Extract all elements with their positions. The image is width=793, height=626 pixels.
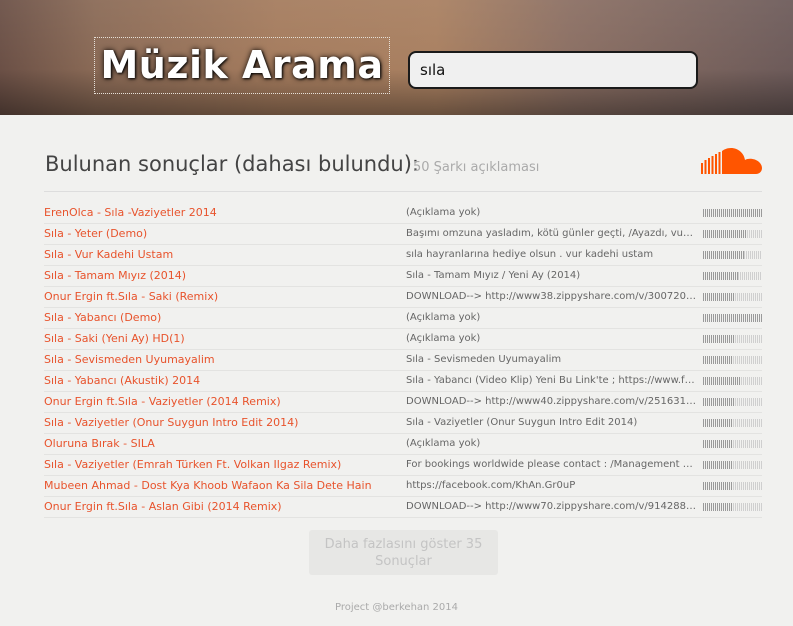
track-row[interactable]: Sıla - Yabancı (Demo) (Açıklama yok) xyxy=(44,308,762,329)
show-more-label-2: Sonuçlar xyxy=(375,553,432,569)
track-description: For bookings worldwide please contact : … xyxy=(406,459,696,470)
track-title-link[interactable]: Sıla - Saki (Yeni Ay) HD(1) xyxy=(44,329,399,349)
track-row[interactable]: Sıla - Yabancı (Akustik) 2014 Sıla - Yaba… xyxy=(44,371,762,392)
track-title-link[interactable]: Sıla - Vur Kadehi Ustam xyxy=(44,245,399,265)
track-description: Sıla - Sevismeden Uyumayalim xyxy=(406,354,562,365)
waveform-unplayed xyxy=(735,335,762,343)
waveform-player[interactable] xyxy=(703,503,762,511)
track-list: ErenOlca - Sıla -Vaziyetler 2014 (Açıklam… xyxy=(44,203,762,518)
waveform-player[interactable] xyxy=(703,440,762,448)
track-title-link[interactable]: Mubeen Ahmad - Dost Kya Khoob Wafaon Ka … xyxy=(44,476,399,496)
track-description: https://facebook.com/KhAn.Gr0uP xyxy=(406,480,576,491)
track-description: DOWNLOAD--> http://www70.zippyshare.com/… xyxy=(406,501,696,512)
track-title-link[interactable]: Sıla - Vaziyetler (Onur Suygun Intro Edi… xyxy=(44,413,399,433)
soundcloud-icon[interactable] xyxy=(700,145,764,177)
waveform-unplayed xyxy=(732,419,762,427)
track-description: sıla hayranlarına hediye olsun . vur kad… xyxy=(406,249,654,260)
site-logo[interactable]: Müzik Arama xyxy=(94,37,390,94)
waveform-player[interactable] xyxy=(703,272,762,280)
track-description: (Açıklama yok) xyxy=(406,333,481,344)
waveform-unplayed xyxy=(735,293,762,301)
track-description: Başımı omzuna yasladım, kötü günler geçt… xyxy=(406,228,696,239)
track-description: Sıla - Vaziyetler (Onur Suygun Intro Edi… xyxy=(406,417,638,428)
show-more-label: Daha fazlasını göster 35 xyxy=(324,536,483,552)
waveform-unplayed xyxy=(735,398,762,406)
track-description: DOWNLOAD--> http://www40.zippyshare.com/… xyxy=(406,396,696,407)
track-row[interactable]: Mubeen Ahmad - Dost Kya Khoob Wafaon Ka … xyxy=(44,476,762,497)
search-input[interactable]: sıla xyxy=(408,51,698,89)
track-title-link[interactable]: Onur Ergin ft.Sıla - Saki (Remix) xyxy=(44,287,399,307)
track-title-link[interactable]: Onur Ergin ft.Sıla - Vaziyetler (2014 Re… xyxy=(44,392,399,412)
waveform-unplayed xyxy=(738,272,762,280)
track-title-link[interactable]: Sıla - Yabancı (Akustik) 2014 xyxy=(44,371,399,391)
track-row[interactable]: Sıla - Tamam Mıyız (2014) Sıla - Tamam Mı… xyxy=(44,266,762,287)
track-description: Sıla - Yabancı (Video Klip) Yeni Bu Link… xyxy=(406,375,696,386)
waveform-player[interactable] xyxy=(703,314,762,322)
track-row[interactable]: Onur Ergin ft.Sıla - Saki (Remix) DOWNLOA… xyxy=(44,287,762,308)
track-row[interactable]: ErenOlca - Sıla -Vaziyetler 2014 (Açıklam… xyxy=(44,203,762,224)
waveform-player[interactable] xyxy=(703,251,762,259)
results-heading: Bulunan sonuçlar (dahası bulundu): xyxy=(45,152,420,176)
waveform-player[interactable] xyxy=(703,461,762,469)
track-title-link[interactable]: Onur Ergin ft.Sıla - Aslan Gibi (2014 Re… xyxy=(44,497,399,517)
results-subheading: 50 Şarkı açıklaması xyxy=(413,160,540,175)
waveform-unplayed xyxy=(732,482,762,490)
track-title-link[interactable]: Sıla - Vaziyetler (Emrah Türken Ft. Volk… xyxy=(44,455,399,475)
track-title-link[interactable]: Oluruna Bırak - SILA xyxy=(44,434,399,454)
waveform-player[interactable] xyxy=(703,377,762,385)
waveform-player[interactable] xyxy=(703,293,762,301)
track-row[interactable]: Sıla - Vaziyetler (Emrah Türken Ft. Volk… xyxy=(44,455,762,476)
track-title-link[interactable]: Sıla - Yabancı (Demo) xyxy=(44,308,399,328)
waveform-player[interactable] xyxy=(703,398,762,406)
track-row[interactable]: Sıla - Vur Kadehi Ustam sıla hayranlarına… xyxy=(44,245,762,266)
waveform-player[interactable] xyxy=(703,335,762,343)
waveform-player[interactable] xyxy=(703,482,762,490)
track-row[interactable]: Sıla - Saki (Yeni Ay) HD(1) (Açıklama yok… xyxy=(44,329,762,350)
track-row[interactable]: Onur Ergin ft.Sıla - Aslan Gibi (2014 Re… xyxy=(44,497,762,518)
track-description: (Açıklama yok) xyxy=(406,312,481,323)
waveform-unplayed xyxy=(732,503,762,511)
heading-divider xyxy=(44,191,762,192)
track-title-link[interactable]: ErenOlca - Sıla -Vaziyetler 2014 xyxy=(44,203,399,223)
waveform-unplayed xyxy=(732,461,762,469)
waveform-unplayed xyxy=(732,356,762,364)
waveform-player[interactable] xyxy=(703,209,762,217)
footer-credit: Project @berkehan 2014 xyxy=(334,602,459,613)
waveform-player[interactable] xyxy=(703,230,762,238)
waveform-unplayed xyxy=(747,230,762,238)
track-row[interactable]: Sıla - Vaziyetler (Onur Suygun Intro Edi… xyxy=(44,413,762,434)
waveform-unplayed xyxy=(741,377,762,385)
waveform-unplayed xyxy=(732,440,762,448)
track-title-link[interactable]: Sıla - Yeter (Demo) xyxy=(44,224,399,244)
waveform-player[interactable] xyxy=(703,419,762,427)
track-description: (Açıklama yok) xyxy=(406,207,481,218)
track-row[interactable]: Sıla - Sevismeden Uyumayalim Sıla - Sevis… xyxy=(44,350,762,371)
track-title-link[interactable]: Sıla - Sevismeden Uyumayalim xyxy=(44,350,399,370)
show-more-button[interactable]: Daha fazlasını göster 35 Sonuçlar xyxy=(309,530,498,575)
waveform-unplayed xyxy=(744,251,762,259)
track-description: Sıla - Tamam Mıyız / Yeni Ay (2014) xyxy=(406,270,581,281)
track-title-link[interactable]: Sıla - Tamam Mıyız (2014) xyxy=(44,266,399,286)
track-description: (Açıklama yok) xyxy=(406,438,481,449)
track-description: DOWNLOAD--> http://www38.zippyshare.com/… xyxy=(406,291,696,302)
waveform-player[interactable] xyxy=(703,356,762,364)
track-row[interactable]: Sıla - Yeter (Demo) Başımı omzuna yasladı… xyxy=(44,224,762,245)
track-row[interactable]: Onur Ergin ft.Sıla - Vaziyetler (2014 Re… xyxy=(44,392,762,413)
track-row[interactable]: Oluruna Bırak - SILA (Açıklama yok) xyxy=(44,434,762,455)
